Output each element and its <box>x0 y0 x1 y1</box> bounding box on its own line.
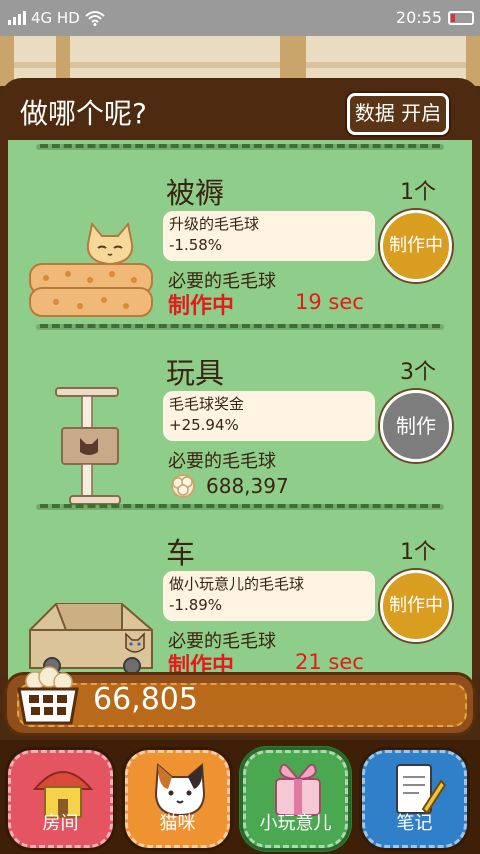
clock: 20:55 <box>395 8 442 27</box>
nav-toys-button[interactable]: 小玩意儿 <box>240 747 351 851</box>
battery-icon <box>448 11 474 25</box>
item-name: 玩具 <box>166 356 225 390</box>
bottom-nav: 房间 猫咪 小玩意儿 笔记 <box>0 740 480 854</box>
make-button[interactable]: 制作中 <box>380 210 452 282</box>
status-bar: 4G HD 20:55 <box>0 0 480 36</box>
crafting-status: 制作中 <box>168 294 235 319</box>
list-item-toy: 玩具 3个 毛毛球奖金 +25.94% 必要的毛毛球 688,397 制作 <box>8 350 472 525</box>
yarn-balance: 66,805 <box>93 682 198 717</box>
required-amount: 688,397 <box>206 474 289 498</box>
nav-label: 笔记 <box>396 813 433 834</box>
cardboard-car-icon <box>26 560 156 680</box>
nav-room-button[interactable]: 房间 <box>5 747 116 851</box>
effect-label: 毛毛球奖金 <box>169 395 245 413</box>
effect-value: +25.94% <box>169 416 239 434</box>
effect-box: 毛毛球奖金 +25.94% <box>163 391 375 441</box>
item-count: 3个 <box>400 360 436 385</box>
item-name: 被褥 <box>166 176 225 210</box>
effect-value: -1.89% <box>169 596 223 614</box>
currency-bar: 66,805 <box>4 666 476 736</box>
item-count: 1个 <box>400 180 436 205</box>
yarn-ball-icon <box>171 474 195 498</box>
status-left: 4G HD <box>8 9 105 27</box>
cat-tower-icon <box>26 380 156 510</box>
crafting-panel: 做哪个呢? 数据 开启 被褥 1个 升级的毛毛球 -1.58% 必要的毛毛球 制… <box>0 78 480 680</box>
nav-label: 小玩意儿 <box>259 813 332 834</box>
network-label: 4G HD <box>31 9 80 27</box>
signal-icon <box>8 11 26 25</box>
effect-value: -1.58% <box>169 236 223 254</box>
nav-cats-button[interactable]: 猫咪 <box>122 747 233 851</box>
nav-label: 猫咪 <box>159 813 196 834</box>
yarn-basket-icon <box>13 663 83 729</box>
item-list[interactable]: 被褥 1个 升级的毛毛球 -1.58% 必要的毛毛球 制作中 19 sec 制作… <box>8 140 472 680</box>
make-button[interactable]: 制作中 <box>380 570 452 642</box>
wifi-icon <box>85 11 105 26</box>
required-label: 必要的毛毛球 <box>168 451 276 472</box>
list-item-car: 车 1个 做小玩意儿的毛毛球 -1.89% 必要的毛毛球 制作中 21 sec … <box>8 530 472 680</box>
panel-title: 做哪个呢? <box>20 97 147 130</box>
effect-label: 升级的毛毛球 <box>169 215 260 233</box>
nav-notes-button[interactable]: 笔记 <box>359 747 470 851</box>
time-remaining: 21 sec <box>295 650 364 674</box>
effect-box: 做小玩意儿的毛毛球 -1.89% <box>163 571 375 621</box>
effect-label: 做小玩意儿的毛毛球 <box>169 575 305 593</box>
list-item-bedding: 被褥 1个 升级的毛毛球 -1.58% 必要的毛毛球 制作中 19 sec 制作… <box>8 170 472 345</box>
divider <box>36 504 444 514</box>
bedding-icon <box>26 200 156 330</box>
divider <box>36 324 444 334</box>
nav-label: 房间 <box>42 813 79 834</box>
divider <box>36 144 444 154</box>
make-button[interactable]: 制作 <box>380 390 452 462</box>
time-remaining: 19 sec <box>295 290 364 314</box>
item-name: 车 <box>166 536 196 570</box>
effect-box: 升级的毛毛球 -1.58% <box>163 211 375 261</box>
item-count: 1个 <box>400 540 436 565</box>
data-toggle-button[interactable]: 数据 开启 <box>347 93 449 135</box>
